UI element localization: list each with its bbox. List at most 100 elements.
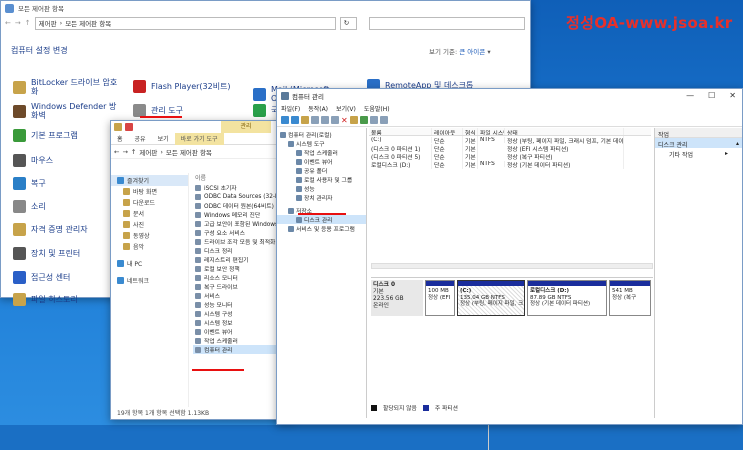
control-panel-item[interactable]: 접근성 센터 [13,271,70,284]
folder-icon[interactable] [349,116,358,124]
search-icon[interactable] [369,116,378,124]
tree-node[interactable]: 작업 스케줄러 [277,148,366,157]
nav-item[interactable]: 바탕 화면 [111,186,188,197]
tab-view[interactable]: 보기 [152,133,175,145]
partition-block[interactable]: 100 MB 정상 (EFI [425,280,455,316]
tree-node[interactable]: 서비스 및 응용 프로그램 [277,224,366,233]
file-name: 고급 보안이 포함된 Windows [204,222,279,228]
nav-item-label: 즐겨찾기 [127,178,150,185]
breadcrumb-item[interactable]: 모든 제어판 항목 [166,147,212,157]
tree-node[interactable]: 디스크 관리 [277,215,366,224]
up-arrow-icon[interactable]: ↑ [25,19,31,27]
control-panel-item[interactable]: 소리 [13,200,46,213]
breadcrumb-item[interactable]: 제어판 [139,147,157,157]
shortcut-icon [195,301,201,308]
forward-icon[interactable] [291,116,299,124]
up-arrow-icon[interactable]: ↑ [131,148,136,156]
file-name: 로컬 보안 정책 [204,267,240,273]
tree-node[interactable]: 로컬 사용자 및 그룹 [277,175,366,184]
tree-node[interactable]: 시스템 도구 [277,139,366,148]
address-bar[interactable]: 제어판 › 모든 제어판 항목 [34,16,336,30]
nav-item[interactable]: 네트워크 [111,275,188,286]
tab-shortcut-tools[interactable]: 바로 가기 도구 [174,132,224,145]
column-status[interactable]: 상태 [505,128,624,135]
breadcrumb-item[interactable]: 모든 제어판 항목 [65,18,111,28]
control-panel-item[interactable]: BitLocker 드라이브 암호화 [13,78,121,96]
actions-more[interactable]: 기타 작업 ▸ [655,148,742,159]
properties-icon[interactable] [331,116,339,124]
column-volume[interactable]: 볼륨 [369,128,432,135]
column-layout[interactable]: 레이아웃 [432,128,463,135]
disk-size: 223.56 GB [373,296,404,302]
properties-icon[interactable] [125,123,133,131]
column-type[interactable]: 형식 [463,128,478,135]
partition-block[interactable]: 로컬디스크 (D:) 87.89 GB NTFS 정상 (기본 데이터 파티션) [527,280,607,316]
close-icon[interactable]: ✕ [729,91,736,100]
console-tree-icon[interactable] [321,116,329,124]
back-arrow-icon[interactable]: ← [114,148,119,156]
nav-item[interactable]: 사진 [111,219,188,230]
control-panel-item[interactable]: 국 [253,104,278,117]
volume-cell: 로컬디스크 (D:) [369,159,432,169]
column-file-system[interactable]: 파일 시스템 [478,128,505,135]
horizontal-scrollbar[interactable] [371,263,653,269]
nav-item[interactable]: 음악 [111,241,188,252]
menu-action[interactable]: 동작(A) [308,104,328,113]
explorer-address-bar[interactable]: ← → ↑ 제어판 › 모든 제어판 항목 [111,145,294,159]
view-by-dropdown[interactable]: 큰 아이콘 [459,48,485,56]
menu-view[interactable]: 보기(V) [336,104,356,113]
folder-icon [114,123,122,131]
nav-item[interactable]: 문서 [111,208,188,219]
tree-node[interactable]: 성능 [277,184,366,193]
nav-item[interactable]: 내 PC [111,258,188,269]
applet-icon [13,247,26,260]
menu-file[interactable]: 파일(F) [281,104,300,113]
menu-help[interactable]: 도움말(H) [364,104,390,113]
control-panel-item-label: Windows Defender 방화벽 [31,102,117,120]
tab-share[interactable]: 공유 [129,133,152,145]
control-panel-item[interactable]: 파일 히스토리 [13,293,78,306]
partition-block[interactable]: 541 MB 정상 (복구 [609,280,651,316]
nav-item[interactable]: 즐겨찾기 [111,175,188,186]
back-arrow-icon[interactable]: ← [5,19,11,27]
control-panel-item[interactable]: Windows Defender 방화벽 [13,102,121,120]
folder-icon[interactable] [301,116,309,124]
nav-item[interactable]: 동영상 [111,230,188,241]
control-panel-item[interactable]: 자격 증명 관리자 [13,223,88,236]
shortcut-icon [195,211,201,218]
tree-node[interactable]: 장치 관리자 [277,193,366,202]
control-panel-item[interactable]: 복구 [13,177,46,190]
volume-cell: 정상 (기본 데이터 파티션) [505,159,624,169]
tree-node[interactable]: 공유 폴더 [277,166,366,175]
refresh-button[interactable]: ↻ [339,16,358,30]
partition-block[interactable]: (C:) 135.04 GB NTFS 정상 (부팅, 페이지 파일, 크 [457,280,525,316]
forward-arrow-icon[interactable]: → [15,19,21,27]
control-panel-item[interactable]: 마우스 [13,154,53,167]
tree-node[interactable]: 컴퓨터 관리(로컬) [277,130,366,139]
file-name: 성능 모니터 [204,303,233,309]
search-input[interactable] [369,16,525,30]
ribbon-manage-label[interactable]: 관리 [221,121,271,133]
control-panel-item[interactable]: 기본 프로그램 [13,129,78,142]
tree-node-label: 로컬 사용자 및 그룹 [304,178,353,184]
actions-section[interactable]: 디스크 관리 ▴ [655,138,742,149]
minimize-icon[interactable]: — [686,91,694,100]
back-icon[interactable] [281,116,289,124]
details-icon[interactable] [379,116,388,124]
delete-icon[interactable]: ✕ [341,116,348,125]
file-name: ODBC 데이터 원본(64비트) [204,204,274,210]
maximize-icon[interactable]: ☐ [708,91,715,100]
tree-node[interactable]: 이벤트 뷰어 [277,157,366,166]
control-panel-item[interactable]: Flash Player(32비트) [133,80,231,93]
list-icon[interactable] [311,116,319,124]
volume-row[interactable]: 로컬디스크 (D:) 단순 기본 NTFS 정상 (기본 데이터 파티션) [369,159,651,169]
control-panel-item[interactable]: 장치 및 프린터 [13,247,80,260]
forward-arrow-icon[interactable]: → [122,148,127,156]
tab-home[interactable]: 홈 [111,133,129,145]
check-icon[interactable] [359,116,368,124]
disk-label[interactable]: 디스크 0 기본 223.56 GB 온라인 [371,280,423,316]
shortcut-icon [195,346,201,353]
breadcrumb-item[interactable]: 제어판 [39,18,57,28]
nav-item[interactable]: 다운로드 [111,197,188,208]
tree-node-icon [296,185,302,192]
